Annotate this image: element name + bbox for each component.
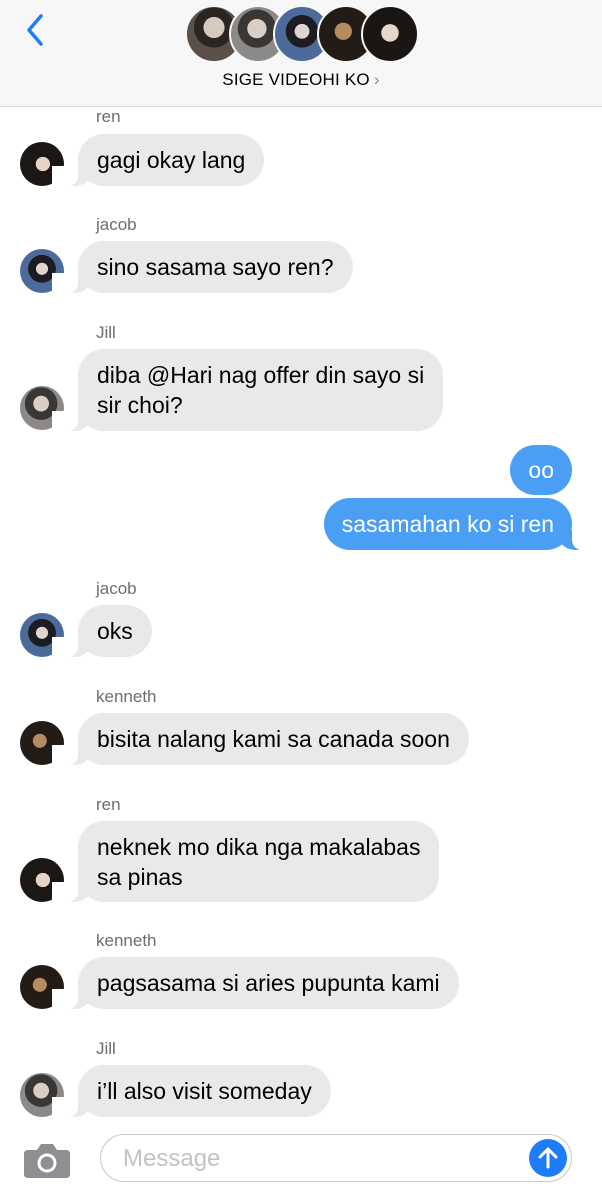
group-name-button[interactable]: SIGE VIDEOHI KO › xyxy=(0,70,602,90)
sender-name: jacob xyxy=(96,215,137,234)
message-text: oks xyxy=(97,618,133,644)
camera-button[interactable] xyxy=(22,1140,72,1182)
message-bubble[interactable]: gagi okay lang xyxy=(51,134,265,186)
sender-name: jacob xyxy=(96,579,137,598)
message-text: gagi okay lang xyxy=(97,147,246,173)
arrow-up-icon xyxy=(538,1147,558,1169)
participant-avatar xyxy=(361,5,419,63)
message-text: oo xyxy=(528,457,554,483)
message-text-line: neknek mo dika nga makalabas xyxy=(97,834,421,860)
conversation-header: SIGE VIDEOHI KO › xyxy=(0,0,602,107)
message-text: sino sasama sayo ren? xyxy=(97,254,334,280)
back-button[interactable] xyxy=(18,8,52,52)
send-button[interactable] xyxy=(529,1139,567,1177)
sender-name: kenneth xyxy=(96,687,157,706)
message-bubble[interactable]: i’ll also visit someday xyxy=(52,1065,331,1117)
compose-bar xyxy=(0,1124,602,1200)
message-bubble[interactable]: bisita nalang kami sa canada soon xyxy=(52,713,469,765)
message-bubble-outgoing[interactable]: sasamahan ko si ren xyxy=(323,498,599,550)
chevron-left-icon xyxy=(27,14,43,46)
camera-icon xyxy=(24,1144,70,1178)
sender-name: Jill xyxy=(96,323,116,342)
message-text: pagsasama si aries pupunta kami xyxy=(97,970,440,996)
message-text: sasamahan ko si ren xyxy=(341,511,554,537)
message-bubble[interactable]: sino sasama sayo ren? xyxy=(52,241,353,293)
group-name: SIGE VIDEOHI KO xyxy=(222,70,370,89)
message-bubble[interactable]: diba @Hari nag offer din sayo si sir cho… xyxy=(51,349,444,431)
message-bubble[interactable]: pagsasama si aries pupunta kami xyxy=(52,957,459,1009)
chevron-right-icon: › xyxy=(373,70,380,89)
message-text: i’ll also visit someday xyxy=(97,1078,312,1104)
message-text-line: sa pinas xyxy=(97,864,183,890)
message-bubble-outgoing[interactable]: oo xyxy=(510,445,572,495)
sender-name: kenneth xyxy=(96,931,157,950)
message-input[interactable] xyxy=(121,1135,525,1182)
sender-name: ren xyxy=(96,795,121,814)
message-field[interactable] xyxy=(100,1134,572,1182)
group-avatars[interactable] xyxy=(185,5,425,67)
sender-name: ren xyxy=(96,107,121,126)
message-text: bisita nalang kami sa canada soon xyxy=(97,726,450,752)
message-text-line: diba @Hari nag offer din sayo si xyxy=(97,362,425,388)
message-bubble[interactable]: oks xyxy=(52,605,152,657)
sender-name: Jill xyxy=(96,1039,116,1058)
message-text-line: sir choi? xyxy=(97,392,183,418)
message-bubble[interactable]: neknek mo dika nga makalabas sa pinas xyxy=(51,821,440,902)
